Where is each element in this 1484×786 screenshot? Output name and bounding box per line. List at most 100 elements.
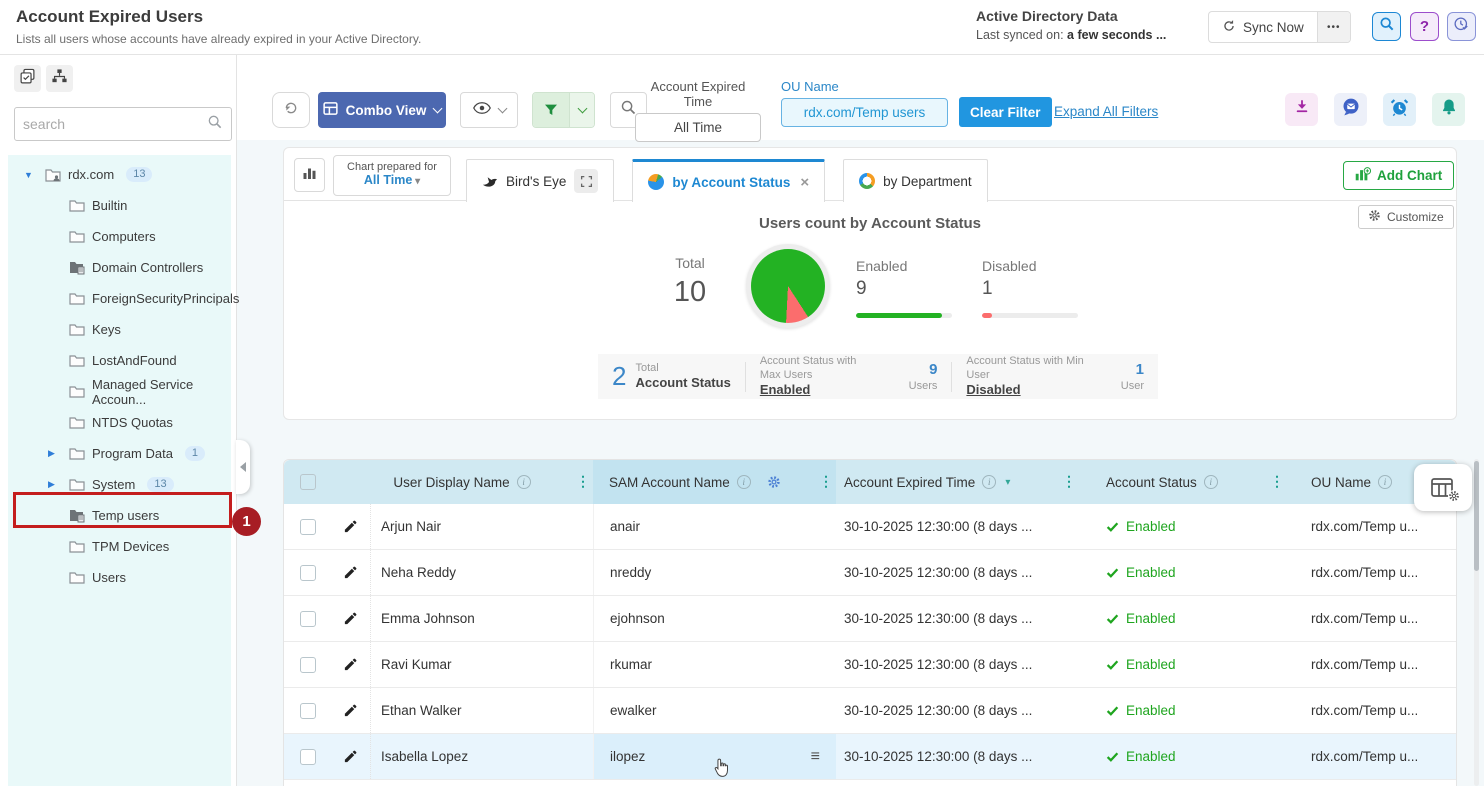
filter-dropdown-chevron[interactable]: [569, 93, 594, 127]
tree-item[interactable]: Builtin: [8, 190, 231, 221]
scrollbar-thumb[interactable]: [1474, 461, 1479, 571]
table-scrollbar[interactable]: [1474, 459, 1479, 786]
tree-item[interactable]: LostAndFound: [8, 345, 231, 376]
sort-chevron-icon[interactable]: [1005, 477, 1010, 488]
user-display-name-cell: Isabella Lopez: [371, 734, 593, 779]
table-columns-gear-icon: [1430, 476, 1456, 500]
chart-prepared-for-dropdown[interactable]: Chart prepared for All Time: [333, 155, 451, 196]
row-select-cell: [284, 734, 331, 779]
check-icon: [1106, 520, 1119, 533]
column-menu-icon[interactable]: [819, 473, 833, 490]
time-filter-field[interactable]: All Time: [635, 113, 761, 142]
multi-select-tool-button[interactable]: [14, 65, 41, 92]
row-checkbox[interactable]: [300, 749, 316, 765]
column-gear-icon[interactable]: [767, 475, 781, 489]
tree-expand-arrow[interactable]: ▶: [48, 448, 63, 459]
column-settings-button[interactable]: [1414, 464, 1472, 511]
alerts-button[interactable]: [1383, 93, 1416, 126]
clear-filter-button[interactable]: Clear Filter: [959, 97, 1052, 127]
column-menu-icon[interactable]: [576, 473, 590, 490]
more-options-button[interactable]: [1317, 12, 1350, 42]
sync-now-button[interactable]: Sync Now: [1209, 12, 1317, 42]
scheduled-tasks-button[interactable]: [1447, 12, 1476, 41]
tree-item[interactable]: Managed Service Accoun...: [8, 376, 231, 407]
notifications-button[interactable]: [1432, 93, 1465, 126]
edit-icon[interactable]: [343, 611, 358, 626]
drag-handle-icon[interactable]: [811, 748, 820, 766]
account-expired-time-cell: 30-10-2025 12:30:00 (8 days ...: [836, 596, 1079, 641]
ou-filter-field[interactable]: rdx.com/Temp users: [781, 98, 948, 127]
chart-type-button[interactable]: [294, 158, 325, 192]
filter-icon[interactable]: [533, 93, 569, 127]
table-row[interactable]: Isabella Lopez ilopez 30-10-2025 12:30:0…: [284, 734, 1456, 780]
pie-chart[interactable]: [751, 249, 825, 323]
column-menu-icon[interactable]: [1062, 473, 1076, 490]
tree-expand-arrow[interactable]: ▶: [48, 479, 63, 490]
tree-view-tool-button[interactable]: [46, 65, 73, 92]
row-checkbox[interactable]: [300, 657, 316, 673]
table-row[interactable]: Emma Johnson ejohnson 30-10-2025 12:30:0…: [284, 596, 1456, 642]
tree-item[interactable]: Temp users: [8, 500, 231, 531]
column-header[interactable]: User Display Name: [331, 460, 593, 504]
edit-icon[interactable]: [343, 703, 358, 718]
feedback-chat-button[interactable]: [1334, 93, 1367, 126]
tree-item[interactable]: NTDS Quotas: [8, 407, 231, 438]
export-download-button[interactable]: [1285, 93, 1318, 126]
max-status-link[interactable]: Enabled: [760, 382, 879, 399]
column-header[interactable]: Account Expired Time: [836, 460, 1079, 504]
add-chart-button[interactable]: Add Chart: [1343, 161, 1454, 190]
customize-button[interactable]: Customize: [1358, 205, 1454, 229]
column-header[interactable]: SAM Account Name: [593, 460, 836, 504]
edit-icon[interactable]: [343, 519, 358, 534]
table-row[interactable]: Arjun Nair anair 30-10-2025 12:30:00 (8 …: [284, 504, 1456, 550]
tree-item[interactable]: ▶ System 13: [8, 469, 231, 500]
ad-data-title: Active Directory Data: [976, 8, 1166, 24]
tree-item[interactable]: ForeignSecurityPrincipals: [8, 283, 231, 314]
tree-item[interactable]: ▼ rdx.com 13: [8, 159, 231, 190]
select-all-checkbox[interactable]: [300, 474, 316, 490]
edit-icon[interactable]: [343, 749, 358, 764]
tree-item[interactable]: ▶ Program Data 1: [8, 438, 231, 469]
visibility-dropdown[interactable]: [460, 92, 518, 128]
account-status-cell: Enabled: [1079, 596, 1287, 641]
column-label: SAM Account Name: [609, 475, 730, 490]
column-header[interactable]: Account Status: [1079, 460, 1287, 504]
legend-stat-block[interactable]: Enabled 9: [856, 258, 952, 318]
table-row[interactable]: Ravi Kumar rkumar 30-10-2025 12:30:00 (8…: [284, 642, 1456, 688]
global-search-button[interactable]: [1372, 12, 1401, 41]
chart-tab[interactable]: Bird's Eye: [466, 159, 614, 202]
folder-icon: [69, 416, 86, 430]
check-icon: [1106, 658, 1119, 671]
table-row[interactable]: Neha Reddy nreddy 30-10-2025 12:30:00 (8…: [284, 550, 1456, 596]
legend-stat-block[interactable]: Disabled 1: [982, 258, 1078, 318]
help-button[interactable]: ?: [1410, 12, 1439, 41]
chart-tab[interactable]: by Account Status: [632, 159, 825, 202]
chart-tab[interactable]: by Department: [843, 159, 988, 202]
filter-split-button[interactable]: [532, 92, 595, 128]
row-checkbox[interactable]: [300, 565, 316, 581]
min-status-link[interactable]: Disabled: [966, 382, 1090, 399]
expand-icon[interactable]: [574, 169, 598, 193]
tree-item-label: Domain Controllers: [92, 260, 203, 275]
sidebar-collapse-handle[interactable]: [236, 440, 250, 494]
tree-item[interactable]: Users: [8, 562, 231, 593]
row-checkbox[interactable]: [300, 611, 316, 627]
reset-view-button[interactable]: [272, 92, 310, 128]
edit-icon[interactable]: [343, 657, 358, 672]
column-menu-icon[interactable]: [1270, 473, 1284, 490]
sidebar-search-input[interactable]: [23, 116, 207, 132]
row-checkbox[interactable]: [300, 519, 316, 535]
tree-item[interactable]: Domain Controllers: [8, 252, 231, 283]
edit-icon[interactable]: [343, 565, 358, 580]
tree-item[interactable]: Computers: [8, 221, 231, 252]
tree-item[interactable]: TPM Devices: [8, 531, 231, 562]
tree-item[interactable]: Keys: [8, 314, 231, 345]
row-edit-cell: [331, 550, 371, 595]
row-checkbox[interactable]: [300, 703, 316, 719]
combo-view-dropdown[interactable]: Combo View: [318, 92, 446, 128]
expand-all-filters-link[interactable]: Expand All Filters: [1054, 104, 1158, 119]
ou-name-cell: rdx.com/Temp u...: [1287, 688, 1456, 733]
tree-expand-arrow[interactable]: ▼: [24, 170, 39, 180]
table-row[interactable]: Ethan Walker ewalker 30-10-2025 12:30:00…: [284, 688, 1456, 734]
close-icon[interactable]: [800, 174, 809, 191]
